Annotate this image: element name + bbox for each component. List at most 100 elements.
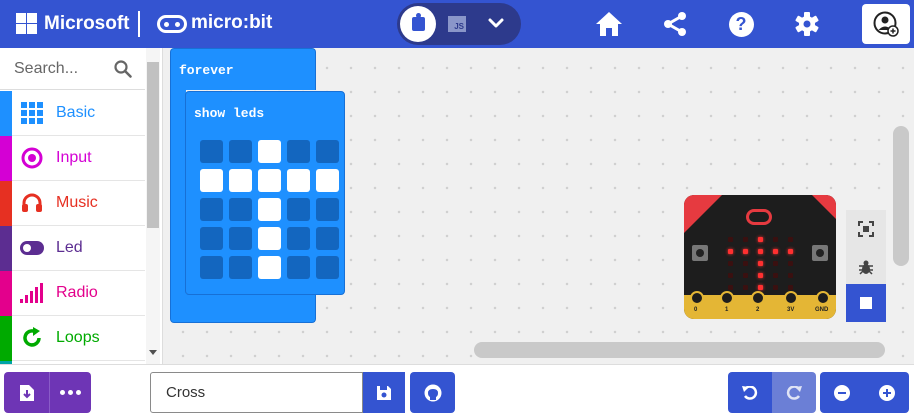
github-icon <box>424 384 441 401</box>
stop-simulator-button[interactable] <box>846 284 886 322</box>
scrollbar-thumb[interactable] <box>147 62 159 228</box>
led-cell[interactable] <box>287 198 310 221</box>
forever-label: forever <box>179 63 234 78</box>
led-cell[interactable] <box>316 169 339 192</box>
microbit-simulator[interactable]: 0 1 2 3V GND <box>684 195 836 319</box>
edge-connector: 0 1 2 3V GND <box>684 291 836 319</box>
home-icon[interactable] <box>595 11 623 37</box>
blocks-workspace[interactable]: forever show leds 0 1 2 3V GND <box>163 48 914 364</box>
scroll-down-arrow-icon[interactable] <box>149 350 157 355</box>
settings-icon[interactable] <box>793 11 821 37</box>
search-input[interactable] <box>14 58 114 80</box>
led-cell[interactable] <box>229 256 252 279</box>
save-icon <box>377 385 391 400</box>
simulator-led <box>728 285 733 290</box>
redo-button[interactable] <box>772 372 816 413</box>
led-cell[interactable] <box>200 169 223 192</box>
forever-block-footer[interactable] <box>170 294 316 323</box>
category-label: Basic <box>56 104 96 121</box>
category-color-bar <box>0 226 12 271</box>
led-cell[interactable] <box>316 227 339 250</box>
signal-bars-icon <box>20 281 44 305</box>
simulator-led <box>773 273 778 278</box>
led-cell[interactable] <box>200 256 223 279</box>
save-button[interactable] <box>363 372 405 413</box>
led-cell[interactable] <box>287 140 310 163</box>
led-cell[interactable] <box>316 198 339 221</box>
workspace-vertical-scrollbar[interactable] <box>893 126 909 266</box>
led-cell[interactable] <box>200 140 223 163</box>
led-cell[interactable] <box>258 227 281 250</box>
simulator-led <box>758 237 763 242</box>
blocks-editor-button[interactable] <box>400 6 436 42</box>
led-cell[interactable] <box>229 169 252 192</box>
led-cell[interactable] <box>229 198 252 221</box>
download-button[interactable] <box>4 372 49 413</box>
toolbox-scrollbar[interactable] <box>146 48 160 364</box>
led-cell[interactable] <box>258 198 281 221</box>
pin-3v-pad[interactable] <box>784 291 798 305</box>
simulator-led <box>758 273 763 278</box>
led-cell[interactable] <box>200 198 223 221</box>
simulator-led <box>773 249 778 254</box>
simulator-led <box>758 285 763 290</box>
share-icon[interactable] <box>661 11 689 37</box>
show-leds-block[interactable]: show leds <box>185 91 345 295</box>
grid-icon <box>20 101 44 125</box>
debug-icon[interactable] <box>846 248 886 286</box>
category-label: Loops <box>56 329 100 346</box>
simulator-led <box>758 261 763 266</box>
category-music[interactable]: Music <box>0 181 145 226</box>
led-cell[interactable] <box>200 227 223 250</box>
led-cell[interactable] <box>287 227 310 250</box>
led-cell[interactable] <box>258 256 281 279</box>
pin-label: 2 <box>756 307 760 313</box>
stop-icon <box>860 297 872 309</box>
project-name-input[interactable] <box>150 372 363 413</box>
bottom-bar <box>0 364 914 419</box>
forever-block-arm[interactable] <box>170 89 186 299</box>
category-color-bar <box>0 91 12 136</box>
simulator-led <box>728 237 733 242</box>
help-icon[interactable]: ? <box>727 11 755 37</box>
category-led[interactable]: Led <box>0 226 145 271</box>
led-cell[interactable] <box>316 256 339 279</box>
fullscreen-icon[interactable] <box>846 210 886 248</box>
undo-button[interactable] <box>728 372 772 413</box>
led-cell[interactable] <box>287 256 310 279</box>
category-radio[interactable]: Radio <box>0 271 145 316</box>
led-cell[interactable] <box>229 140 252 163</box>
button-b[interactable] <box>812 245 828 261</box>
search-icon[interactable] <box>114 60 132 78</box>
led-cell[interactable] <box>258 140 281 163</box>
zoom-in-button[interactable] <box>864 372 909 413</box>
more-options-button[interactable] <box>49 372 91 413</box>
javascript-editor-button[interactable]: JS <box>448 16 466 32</box>
workspace-horizontal-scrollbar[interactable] <box>474 342 885 358</box>
pin-1-pad[interactable] <box>720 291 734 305</box>
top-bar: Microsoft micro:bit JS ? <box>0 0 914 48</box>
pin-gnd-pad[interactable] <box>816 291 830 305</box>
pin-label: 3V <box>787 307 795 313</box>
led-cell[interactable] <box>287 169 310 192</box>
pin-2-pad[interactable] <box>751 291 765 305</box>
simulator-led <box>743 285 748 290</box>
category-input[interactable]: Input <box>0 136 145 181</box>
simulator-led <box>758 249 763 254</box>
category-color-bar <box>0 181 12 226</box>
simulator-led <box>728 261 733 266</box>
button-a[interactable] <box>692 245 708 261</box>
category-loops[interactable]: Loops <box>0 316 145 361</box>
sign-in-button[interactable] <box>862 4 910 44</box>
show-leds-label: show leds <box>194 106 265 121</box>
chevron-down-icon[interactable] <box>484 11 508 35</box>
zoom-out-button[interactable] <box>820 372 864 413</box>
led-cell[interactable] <box>229 227 252 250</box>
category-basic[interactable]: Basic <box>0 91 145 136</box>
pin-0-pad[interactable] <box>690 291 704 305</box>
led-cell[interactable] <box>316 140 339 163</box>
product-name[interactable]: micro:bit <box>191 12 272 34</box>
forever-block-header[interactable]: forever <box>170 48 316 90</box>
led-cell[interactable] <box>258 169 281 192</box>
github-button[interactable] <box>410 372 455 413</box>
